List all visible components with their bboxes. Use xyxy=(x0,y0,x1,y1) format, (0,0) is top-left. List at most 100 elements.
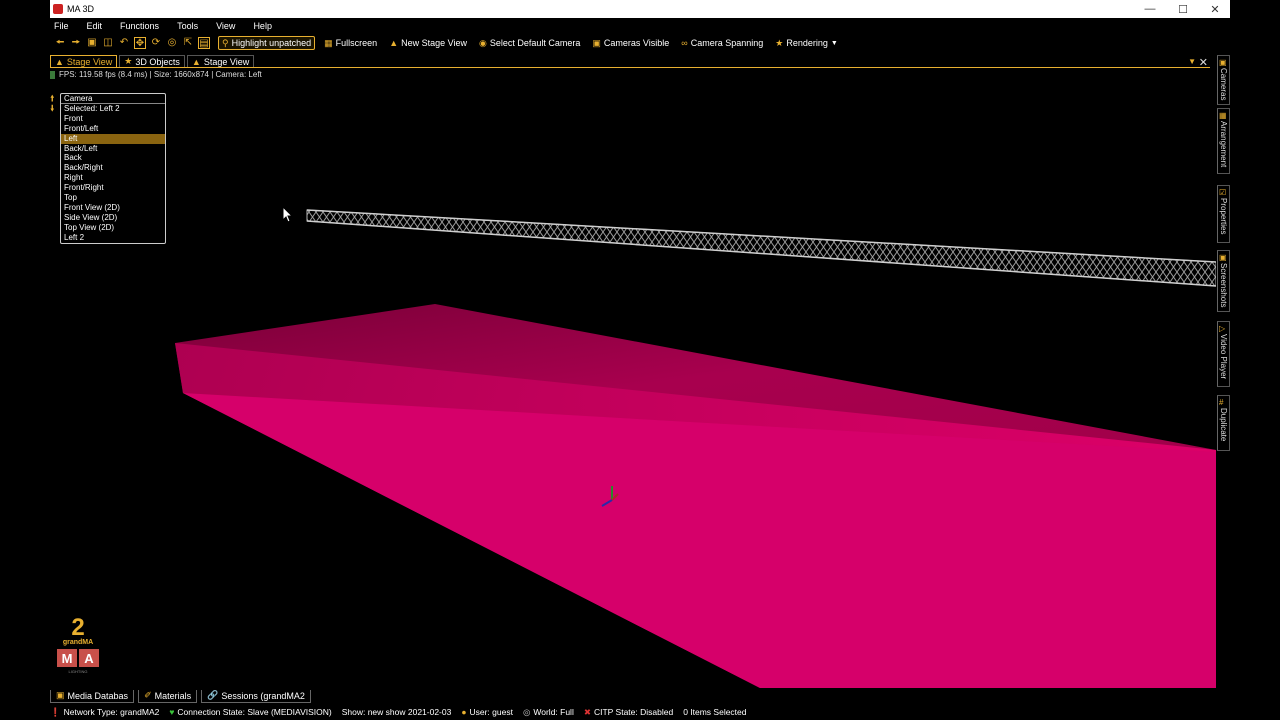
stage-icon: ▲ xyxy=(389,38,399,48)
menu-help[interactable]: Help xyxy=(253,21,272,31)
side-tab-cameras[interactable]: ▣ Cameras xyxy=(1217,55,1230,105)
tab-stage-view[interactable]: ▲ Stage View xyxy=(50,55,118,67)
rotate-icon[interactable]: ⟳ xyxy=(150,37,162,49)
bulb-icon: ⚲ xyxy=(222,37,229,48)
zoom-fit-icon[interactable]: ▤ xyxy=(198,37,210,49)
tab-media-database[interactable]: ▣ Media Databas xyxy=(50,689,135,703)
svg-text:LIGHTING: LIGHTING xyxy=(69,669,88,674)
maximize-icon[interactable]: ☐ xyxy=(1168,0,1198,18)
list-item[interactable]: Back xyxy=(61,153,165,163)
side-tab-video-player[interactable]: ▷ Video Player xyxy=(1217,321,1230,387)
svg-text:2: 2 xyxy=(71,614,84,641)
tab-3d-objects[interactable]: ★ 3D Objects xyxy=(119,55,185,67)
svg-text:A: A xyxy=(84,651,94,666)
highlight-unpatched-button[interactable]: ⚲ Highlight unpatched xyxy=(218,36,316,50)
new-stage-view-button[interactable]: ▲ New Stage View xyxy=(386,36,470,50)
svg-text:grandMA: grandMA xyxy=(63,639,93,646)
menu-functions[interactable]: Functions xyxy=(120,21,159,31)
menu-tools[interactable]: Tools xyxy=(177,21,198,31)
forward-arrow-icon[interactable]: 🠚 xyxy=(70,37,82,49)
video-icon: ▷ xyxy=(1219,324,1226,333)
user-status: ● User: guest xyxy=(461,707,513,717)
heart-icon: ♥ xyxy=(169,707,175,717)
tab-materials[interactable]: ✐ Materials xyxy=(138,689,198,703)
brush-icon: ✐ xyxy=(144,690,152,700)
list-item[interactable]: Front/Right xyxy=(61,183,165,193)
right-dock-sidebar: ▣ Cameras ▦ Arrangement ☑ Properties ▣ S… xyxy=(1217,55,1230,455)
list-item[interactable]: Top xyxy=(61,193,165,203)
stage-viewport[interactable] xyxy=(50,82,1216,688)
side-tab-properties[interactable]: ☑ Properties xyxy=(1217,185,1230,243)
list-item[interactable]: Side View (2D) xyxy=(61,213,165,223)
list-item[interactable]: Front xyxy=(61,114,165,124)
media-icon: ▣ xyxy=(56,690,65,700)
view-tab-bar: ▲ Stage View ★ 3D Objects ▲ Stage View xyxy=(50,55,1210,68)
tab-stage-view-2[interactable]: ▲ Stage View xyxy=(186,55,255,67)
camera-icon: ▣ xyxy=(1219,58,1227,67)
link-icon: ∞ xyxy=(681,38,688,48)
camera-list-header: Camera xyxy=(61,94,165,104)
list-item[interactable]: Front/Left xyxy=(61,124,165,134)
duplicate-icon: # xyxy=(1219,398,1224,407)
menu-file[interactable]: File xyxy=(54,21,69,31)
network-icon: ❗ xyxy=(50,706,61,717)
list-item[interactable]: Right xyxy=(61,173,165,183)
mouse-cursor-icon xyxy=(283,207,293,223)
undo-icon[interactable]: ↶ xyxy=(118,37,130,49)
window-title: MA 3D xyxy=(67,4,95,14)
list-item[interactable]: Selected: Left 2 xyxy=(61,104,165,114)
citp-status: ✖ CITP State: Disabled xyxy=(583,706,674,718)
disabled-icon: ✖ xyxy=(583,706,591,717)
side-tab-screenshots[interactable]: ▣ Screenshots xyxy=(1217,250,1230,312)
list-item[interactable]: Back/Right xyxy=(61,163,165,173)
menu-edit[interactable]: Edit xyxy=(87,21,103,31)
status-bar: ❗ Network Type: grandMA2 ♥ Connection St… xyxy=(50,705,1230,719)
arrangement-icon: ▦ xyxy=(1219,111,1227,120)
world-status: ◎ World: Full xyxy=(522,706,574,718)
side-tab-duplicate[interactable]: # Duplicate xyxy=(1217,395,1230,451)
list-item[interactable]: Left xyxy=(61,133,165,144)
camera-default-icon: ◉ xyxy=(478,37,487,48)
selection-count: 0 Items Selected xyxy=(683,707,747,717)
globe-icon: ◎ xyxy=(522,706,531,717)
camera-arrows-icon[interactable]: 🠙 🠛 xyxy=(50,93,55,113)
menu-bar: File Edit Functions Tools View Help xyxy=(50,18,1230,34)
target-icon[interactable]: ◎ xyxy=(166,37,178,49)
toolbar: 🠘 🠚 ▣ ◫ ↶ ✥ ⟳ ◎ ⇱ ▤ ⚲ Highlight unpatche… xyxy=(50,34,1230,52)
list-item[interactable]: Front View (2D) xyxy=(61,203,165,213)
back-arrow-icon[interactable]: 🠘 xyxy=(54,37,66,49)
truss-beam[interactable] xyxy=(306,209,1216,287)
list-item[interactable]: Top View (2D) xyxy=(61,223,165,233)
camera-icon: ▣ xyxy=(592,37,601,48)
open-folder-icon[interactable]: ▣ xyxy=(86,37,98,49)
fullscreen-button[interactable]: ▦ Fullscreen xyxy=(321,36,380,50)
menu-view[interactable]: View xyxy=(216,21,235,31)
chevron-down-icon: ▼ xyxy=(830,39,838,47)
tab-menu-chevron-icon[interactable]: ▼ xyxy=(1188,57,1196,66)
list-item[interactable]: Back/Left xyxy=(61,144,165,154)
tab-close-icon[interactable]: ✕ xyxy=(1199,56,1208,69)
screenshot-icon: ▣ xyxy=(1219,253,1227,262)
grandma2-logo: 2 grandMA M A LIGHTING xyxy=(57,614,99,674)
user-icon: ● xyxy=(461,707,467,717)
tab-sessions[interactable]: 🔗 Sessions (grandMA2 xyxy=(201,689,311,703)
svg-text:M: M xyxy=(62,651,73,666)
cameras-visible-button[interactable]: ▣ Cameras Visible xyxy=(589,36,672,50)
star-icon: ★ xyxy=(124,56,133,66)
fps-readout: FPS: 119.58 fps (8.4 ms) | Size: 1660x87… xyxy=(50,70,262,79)
close-icon[interactable]: ✕ xyxy=(1200,0,1230,18)
network-status: ❗ Network Type: grandMA2 xyxy=(50,706,160,718)
show-status: Show: new show 2021-02-03 xyxy=(341,707,452,717)
rendering-dropdown[interactable]: ★ Rendering ▼ xyxy=(772,36,841,50)
connection-status: ♥ Connection State: Slave (MEDIAVISION) xyxy=(169,707,332,717)
save-icon[interactable]: ◫ xyxy=(102,37,114,49)
select-default-camera-button[interactable]: ◉ Select Default Camera xyxy=(476,36,583,50)
move-icon[interactable]: ✥ xyxy=(134,37,146,49)
title-bar: MA 3D — ☐ ✕ xyxy=(50,0,1230,18)
minimize-icon[interactable]: — xyxy=(1135,0,1165,18)
side-tab-arrangement[interactable]: ▦ Arrangement xyxy=(1217,108,1230,174)
star-icon: ★ xyxy=(775,37,784,48)
camera-spanning-button[interactable]: ∞ Camera Spanning xyxy=(678,36,766,50)
export-icon[interactable]: ⇱ xyxy=(182,37,194,49)
list-item[interactable]: Left 2 xyxy=(61,233,165,243)
